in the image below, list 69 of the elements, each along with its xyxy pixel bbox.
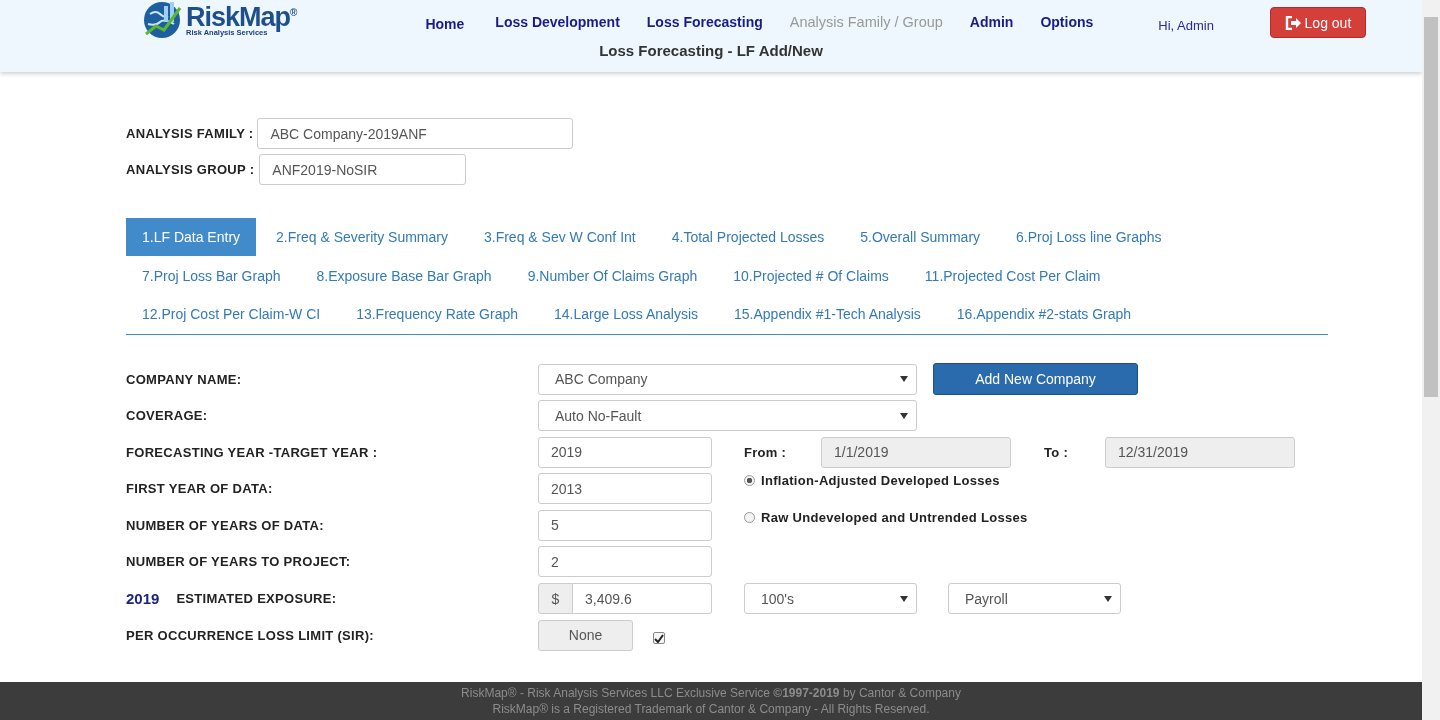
nav-link[interactable]: Admin [969,14,1014,32]
scrollbar[interactable] [1422,0,1440,720]
radio-button[interactable] [744,475,755,487]
analysis-group-field[interactable]: ANF2019-NoSIR [259,154,467,185]
tab[interactable]: 11.Projected Cost Per Claim [908,256,1117,295]
logo-wordmark: RiskMap$^{®}$ [186,3,298,31]
field-label: PER OCCURRENCE LOSS LIMIT (SIR): [126,627,374,643]
tab[interactable]: 8.Exposure Base Bar Graph [300,256,508,295]
radio-label: Inflation-Adjusted Developed Losses [761,473,1000,489]
footer-text: RiskMap® - Risk Analysis Services LLC Exclusive Service ©1997-2019 by Cantor & Company [461,685,961,701]
page-title: Loss Forecasting - LF Add/New [598,42,824,59]
nav-link[interactable]: Loss Forecasting [646,14,763,32]
radio-label: Raw Undeveloped and Untrended Losses [761,509,1028,525]
tab[interactable]: 7.Proj Loss Bar Graph [126,256,297,295]
tab[interactable]: 15.Appendix #1-Tech Analysis [718,295,937,333]
field-label: FIRST YEAR OF DATA: [126,481,273,497]
field-label: NUMBER OF YEARS OF DATA: [126,517,324,533]
analysis-family-field[interactable]: ABC Company-2019ANF [257,118,574,149]
logout-icon [1284,15,1301,30]
tab[interactable]: 5.Overall Summary [844,218,997,256]
company-select[interactable]: ABC Company [538,363,917,395]
unit-select[interactable]: 100's [744,583,917,615]
globe-chart-icon [142,0,184,40]
tab[interactable]: 1.LF Data Entry [126,218,257,256]
caret-icon [900,376,908,382]
input-field[interactable]: 5 [538,509,712,541]
exposure-field[interactable]: 3,409.6 [573,583,712,615]
year-text: 2019 [126,590,160,608]
caret-icon [900,595,908,602]
to-label: To : [1044,444,1070,460]
tab[interactable]: 6.Proj Loss line Graphs [1000,218,1178,256]
tab[interactable]: 14.Large Loss Analysis [538,295,714,333]
from-date-field: 1/1/2019 [821,436,1011,468]
target-year-field[interactable]: 2019 [538,436,712,468]
field-label: COVERAGE: [126,408,208,424]
tab[interactable]: 4.Total Projected Losses [655,218,841,256]
to-date-field: 12/31/2019 [1105,436,1295,468]
field-label: ANALYSIS GROUP : [126,162,255,177]
tab[interactable]: 16.Appendix #2-stats Graph [940,295,1148,333]
field-label: FORECASTING YEAR -TARGET YEAR : [126,444,378,460]
field-label: ANALYSIS FAMILY : [126,126,254,141]
caret-icon [900,412,908,419]
exposure-base-select[interactable]: Payroll [948,583,1121,615]
tab[interactable]: 9.Number Of Claims Graph [511,256,714,295]
input-field[interactable]: 2 [538,546,712,578]
input-field[interactable]: 2013 [538,473,712,505]
checkbox[interactable] [653,632,665,645]
add-company-button[interactable]: Add New Company [933,363,1138,395]
greeting-text: Hi, Admin [1158,18,1214,33]
nav-link[interactable]: Loss Development [495,14,620,32]
coverage-select[interactable]: Auto No-Fault [538,400,917,432]
caret-icon [1104,595,1112,602]
field-label: COMPANY NAME: [126,371,242,387]
radio-button[interactable] [744,511,755,523]
field-label: ESTIMATED EXPOSURE: [176,591,337,607]
field-label: NUMBER OF YEARS TO PROJECT: [126,554,351,570]
currency-addon: $ [538,583,573,615]
logout-button[interactable]: Log out [1269,7,1366,38]
tab[interactable]: 3.Freq & Sev W Conf Int [468,218,652,256]
nav-link[interactable]: Options [1040,14,1094,32]
nav-link[interactable]: Home [425,16,465,32]
tab[interactable]: 12.Proj Cost Per Claim-W CI [126,295,337,333]
tab[interactable]: 13.Frequency Rate Graph [340,295,535,333]
tab[interactable]: 10.Projected # Of Claims [717,256,905,295]
none-button[interactable]: None [538,619,633,651]
tab[interactable]: 2.Freq & Severity Summary [260,218,464,256]
footer-text: RiskMap® is a Registered Trademark of Cantor & Company - All Rights Reserved. [492,701,930,717]
scrollbar-thumb[interactable] [1424,17,1438,397]
from-label: From : [744,444,788,460]
